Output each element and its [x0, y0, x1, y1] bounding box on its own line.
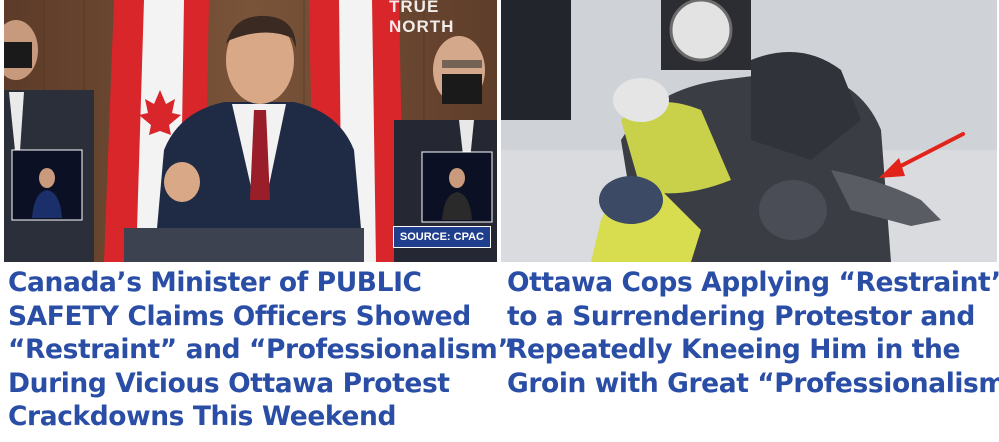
source-badge: SOURCE: CPAC: [392, 226, 491, 248]
sign-language-inset-left: [11, 149, 83, 221]
arrest-scene-image: [501, 0, 997, 262]
background-person: [501, 0, 571, 120]
headline-line: Canada’s Minister of PUBLIC: [8, 267, 422, 298]
story-headline-left[interactable]: Canada’s Minister of PUBLIC SAFETY Claim…: [8, 266, 515, 434]
headline-line: to a Surrendering Protestor and: [507, 300, 975, 332]
headline-line: Groin with Great “Professionalism”: [507, 367, 999, 399]
headline-line: SAFETY Claims Officers Showed: [8, 300, 471, 332]
headline-line: Ottawa Cops Applying “Restraint”: [507, 267, 999, 298]
headline-line: Repeatedly Kneeing Him in the: [507, 334, 961, 365]
story-photo-press-conference[interactable]: TRUE NORTH SOURCE: CPAC: [4, 0, 497, 262]
true-north-watermark: TRUE NORTH: [389, 0, 455, 36]
story-photo-arrest[interactable]: [501, 0, 997, 262]
headline-line: “Restraint” and “Professionalism”: [8, 334, 515, 365]
headline-line: During Vicious Ottawa Protest: [8, 367, 450, 399]
story-headline-right[interactable]: Ottawa Cops Applying “Restraint” to a Su…: [507, 266, 999, 400]
sign-language-inset-right: [421, 151, 493, 223]
press-conference-image: [4, 0, 497, 262]
podium: [124, 228, 364, 262]
headline-line: Crackdowns This Weekend: [8, 401, 397, 432]
